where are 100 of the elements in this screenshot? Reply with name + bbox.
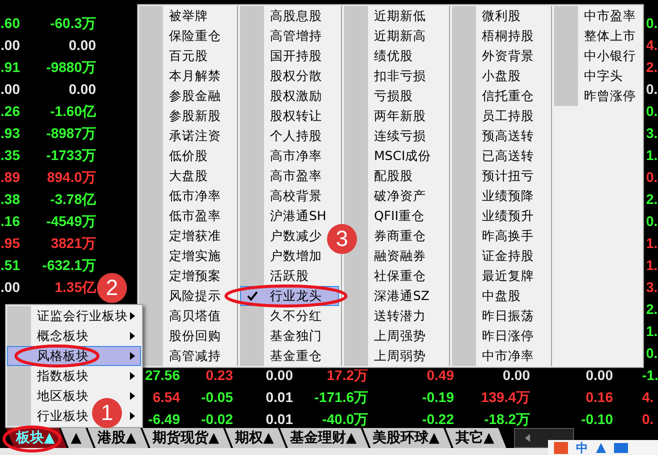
menu-item[interactable]: 定增预案 [167, 266, 223, 286]
menu-item[interactable]: 大盘股 [167, 166, 210, 186]
menu-item[interactable]: 昨高换手 [480, 226, 536, 246]
menu-item[interactable]: 预计扭亏 [480, 166, 536, 186]
menu-item[interactable]: 近期新高 [372, 26, 428, 46]
menu-item[interactable]: 承诺注资 [167, 126, 223, 146]
menu-item[interactable]: 扣非亏损 [372, 66, 428, 86]
menu-item[interactable]: 久不分红 [268, 306, 324, 326]
menu-item[interactable]: 户数增加 [268, 246, 324, 266]
menu-item[interactable]: 中市净率 [480, 346, 536, 366]
quote-cell: 0.00 [502, 368, 530, 382]
menu-item[interactable]: 近期新低 [372, 6, 428, 26]
menu-item[interactable]: MSCI成份 [372, 146, 434, 166]
menu-item[interactable]: 梧桐持股 [480, 26, 536, 46]
menu-item[interactable]: 股权转让 [268, 106, 324, 126]
menu-item[interactable]: 高市净率 [268, 146, 324, 166]
menu-item[interactable]: 整体上市 [582, 26, 638, 46]
menu-item[interactable]: 本月解禁 [167, 66, 223, 86]
menu-item[interactable]: 参股金融 [167, 86, 223, 106]
quote-cell: .00 [0, 38, 20, 52]
menu-item[interactable]: 外资背景 [480, 46, 536, 66]
quote-cell: -632.1万 [42, 258, 96, 272]
menu-item[interactable]: 微利股 [480, 6, 523, 26]
menu-item[interactable]: 基金独门 [268, 326, 324, 346]
menu-item[interactable]: 绩优股 [372, 46, 415, 66]
market-tab[interactable]: 期权▲ [225, 428, 286, 448]
menu-item[interactable]: 上周弱势 [372, 346, 428, 366]
menu-item[interactable]: 昨日振荡 [480, 306, 536, 326]
menu-item[interactable]: 已高送转 [480, 146, 536, 166]
quote-cell: 4. [646, 38, 658, 52]
menu-item[interactable]: 送转潜力 [372, 306, 428, 326]
market-tab[interactable]: 基金理财▲ [280, 428, 369, 448]
menu-item[interactable]: 行业板块 [35, 406, 91, 426]
menu-item[interactable]: 沪港通SH [268, 206, 328, 226]
market-tab[interactable]: 港股▲ [88, 428, 148, 448]
menu-item[interactable]: 中盘股 [480, 286, 523, 306]
menu-item[interactable]: 社保重仓 [372, 266, 428, 286]
menu-item[interactable]: 配股股 [372, 166, 415, 186]
menu-item[interactable]: 百元股 [167, 46, 210, 66]
menu-item[interactable]: 高市盈率 [268, 166, 324, 186]
quote-cell: -0.19 [422, 390, 454, 404]
menu-item[interactable]: 户数减少 [268, 226, 324, 246]
menu-item[interactable]: 信托重仓 [480, 86, 536, 106]
menu-item[interactable]: 预高送转 [480, 126, 536, 146]
menu-item[interactable]: 中市盈率 [582, 6, 638, 26]
menu-item[interactable]: QFII重仓 [372, 206, 426, 226]
menu-item[interactable]: 概念板块 [35, 326, 91, 346]
menu-item[interactable]: 融资融券 [372, 246, 428, 266]
menu-item[interactable]: 中小银行 [582, 46, 638, 66]
menu-item[interactable]: 低市净率 [167, 186, 223, 206]
market-tab[interactable]: 期货现货▲ [142, 428, 232, 448]
menu-item[interactable]: 高校背景 [268, 186, 324, 206]
menu-item[interactable]: 被举牌 [167, 6, 210, 26]
menu-item[interactable]: 参股新股 [167, 106, 223, 126]
menu-item[interactable]: 证金持股 [480, 246, 536, 266]
menu-item[interactable]: 保险重仓 [167, 26, 223, 46]
quote-cell: .00 [0, 82, 20, 96]
menu-item[interactable]: 股份回购 [167, 326, 223, 346]
menu-item[interactable]: 高管增持 [268, 26, 324, 46]
menu-item[interactable]: 股权激励 [268, 86, 324, 106]
quote-cell: 0.23 [206, 368, 233, 382]
market-tab[interactable]: 美股环球▲ [362, 428, 452, 448]
menu-item[interactable]: 昨日涨停 [480, 326, 536, 346]
menu-item[interactable]: 业绩预升 [480, 206, 536, 226]
menu-item[interactable]: 国开持股 [268, 46, 324, 66]
menu-item[interactable]: 昨曾涨停 [582, 86, 638, 106]
menu-item[interactable]: 证监会行业板块 [35, 306, 130, 326]
menu-item[interactable]: 定增获准 [167, 226, 223, 246]
menu-item[interactable]: 上周强势 [372, 326, 428, 346]
quote-cell: .38 [0, 192, 20, 206]
menu-item[interactable]: 券商重仓 [372, 226, 428, 246]
menu-item[interactable]: 基金重仓 [268, 346, 324, 366]
menu-item[interactable]: 个人持股 [268, 126, 324, 146]
menu-item[interactable]: 亏损股 [372, 86, 415, 106]
menu-item[interactable]: 高贝塔值 [167, 306, 223, 326]
menu-item[interactable]: 业绩预降 [480, 186, 536, 206]
menu-item[interactable]: 高股息股 [268, 6, 324, 26]
menu-item[interactable]: 地区板块 [35, 386, 91, 406]
menu-item[interactable]: 股权分散 [268, 66, 324, 86]
menu-item[interactable]: 连续亏损 [372, 126, 428, 146]
menu-item[interactable]: 小盘股 [480, 66, 523, 86]
menu-item[interactable]: 深港通SZ [372, 286, 432, 306]
quote-cell: 0.00 [68, 38, 96, 52]
quote-cell: 3. [646, 280, 658, 294]
menu-item[interactable]: 两年新股 [372, 106, 428, 126]
menu-item[interactable]: 最近复牌 [480, 266, 536, 286]
menu-item[interactable]: 高管减持 [167, 346, 223, 366]
menu-item[interactable]: 定增实施 [167, 246, 223, 266]
menu-item[interactable]: 低市盈率 [167, 206, 223, 226]
menu-item[interactable]: 指数板块 [35, 366, 91, 386]
menu-item[interactable]: 员工持股 [480, 106, 536, 126]
quote-cell: 1.35亿 [54, 280, 96, 294]
menu-item[interactable]: 活跃股 [268, 266, 311, 286]
menu-item[interactable]: 中字头 [582, 66, 625, 86]
menu-item[interactable]: 风险提示 [167, 286, 223, 306]
market-tab[interactable]: 其它▲ [445, 428, 506, 448]
quote-cell: .16 [0, 214, 20, 228]
quote-cell: 27.56 [144, 368, 180, 382]
menu-item[interactable]: 破净资产 [372, 186, 428, 206]
menu-item[interactable]: 低价股 [167, 146, 210, 166]
